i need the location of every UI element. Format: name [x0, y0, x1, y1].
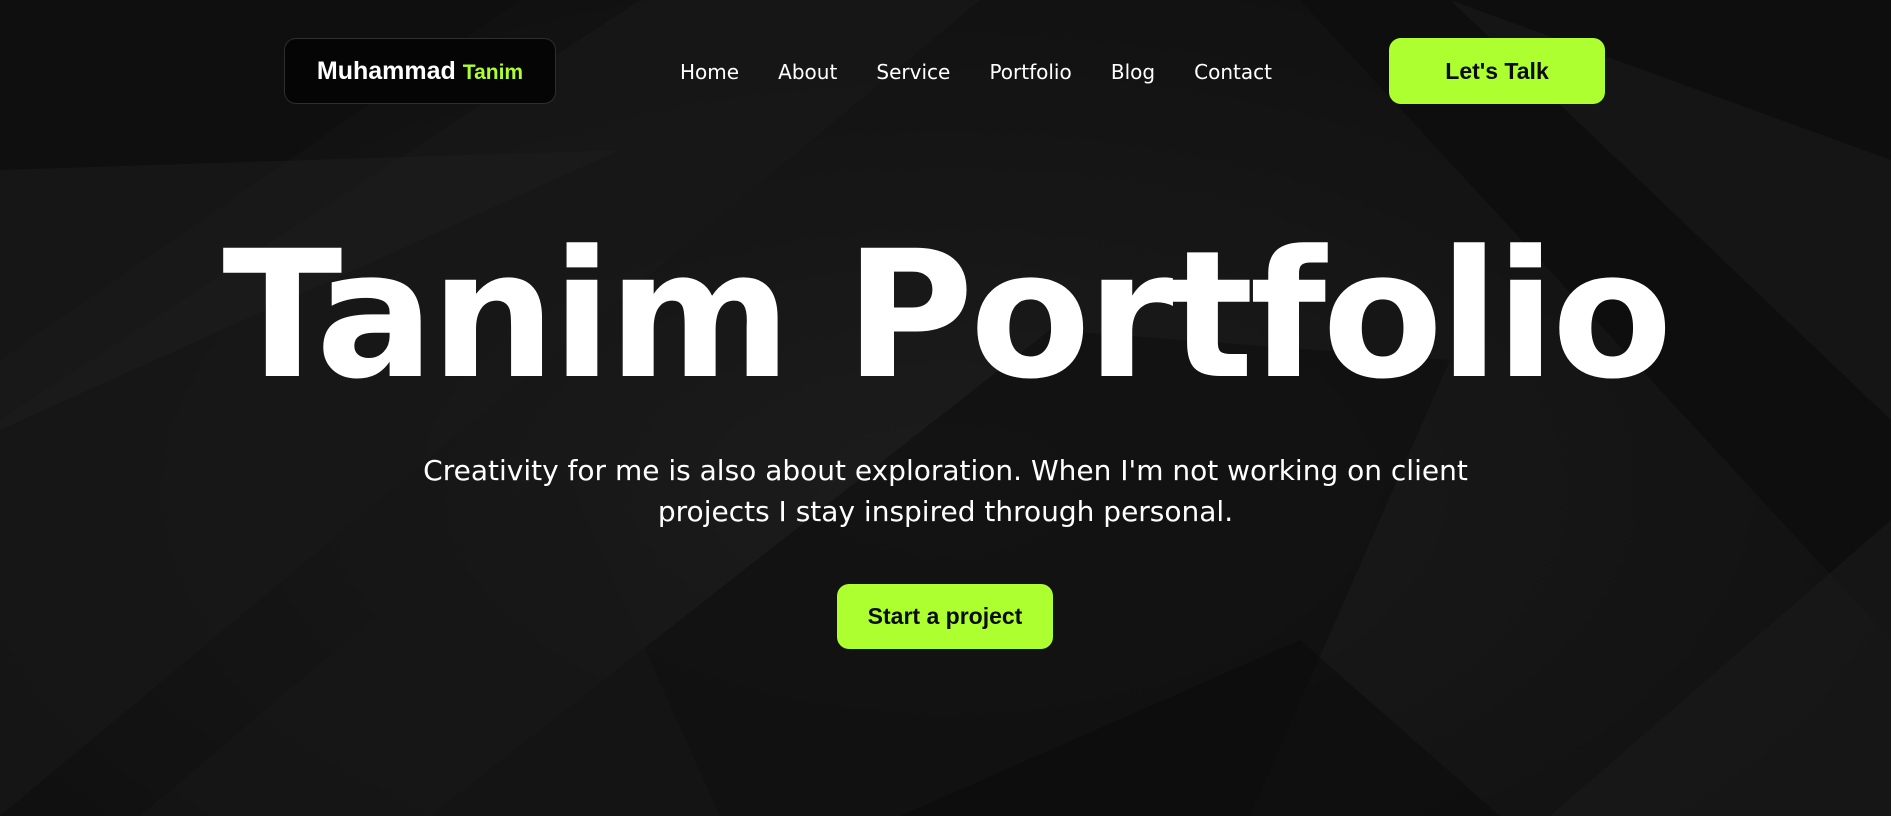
nav-link-portfolio[interactable]: Portfolio [989, 60, 1071, 84]
portfolio-page: Muhammad Tanim Home About Service Portfo… [0, 0, 1891, 816]
hero-subtitle: Creativity for me is also about explorat… [423, 454, 1468, 528]
brand-logo[interactable]: Muhammad Tanim [284, 38, 556, 104]
nav-link-contact[interactable]: Contact [1194, 60, 1272, 84]
main-nav: Home About Service Portfolio Blog Contac… [680, 50, 1272, 94]
brand-first-name: Muhammad [316, 56, 456, 85]
nav-link-home[interactable]: Home [680, 60, 739, 84]
nav-link-about[interactable]: About [778, 60, 837, 84]
top-navbar: Muhammad Tanim Home About Service Portfo… [0, 0, 1891, 140]
start-project-button[interactable]: Start a project [837, 584, 1053, 649]
lets-talk-button[interactable]: Let's Talk [1389, 38, 1605, 104]
hero-title: Tanim Portfolio [222, 213, 1672, 418]
brand-last-name: Tanim [462, 60, 524, 84]
nav-link-blog[interactable]: Blog [1111, 60, 1155, 84]
nav-link-service[interactable]: Service [876, 60, 950, 84]
